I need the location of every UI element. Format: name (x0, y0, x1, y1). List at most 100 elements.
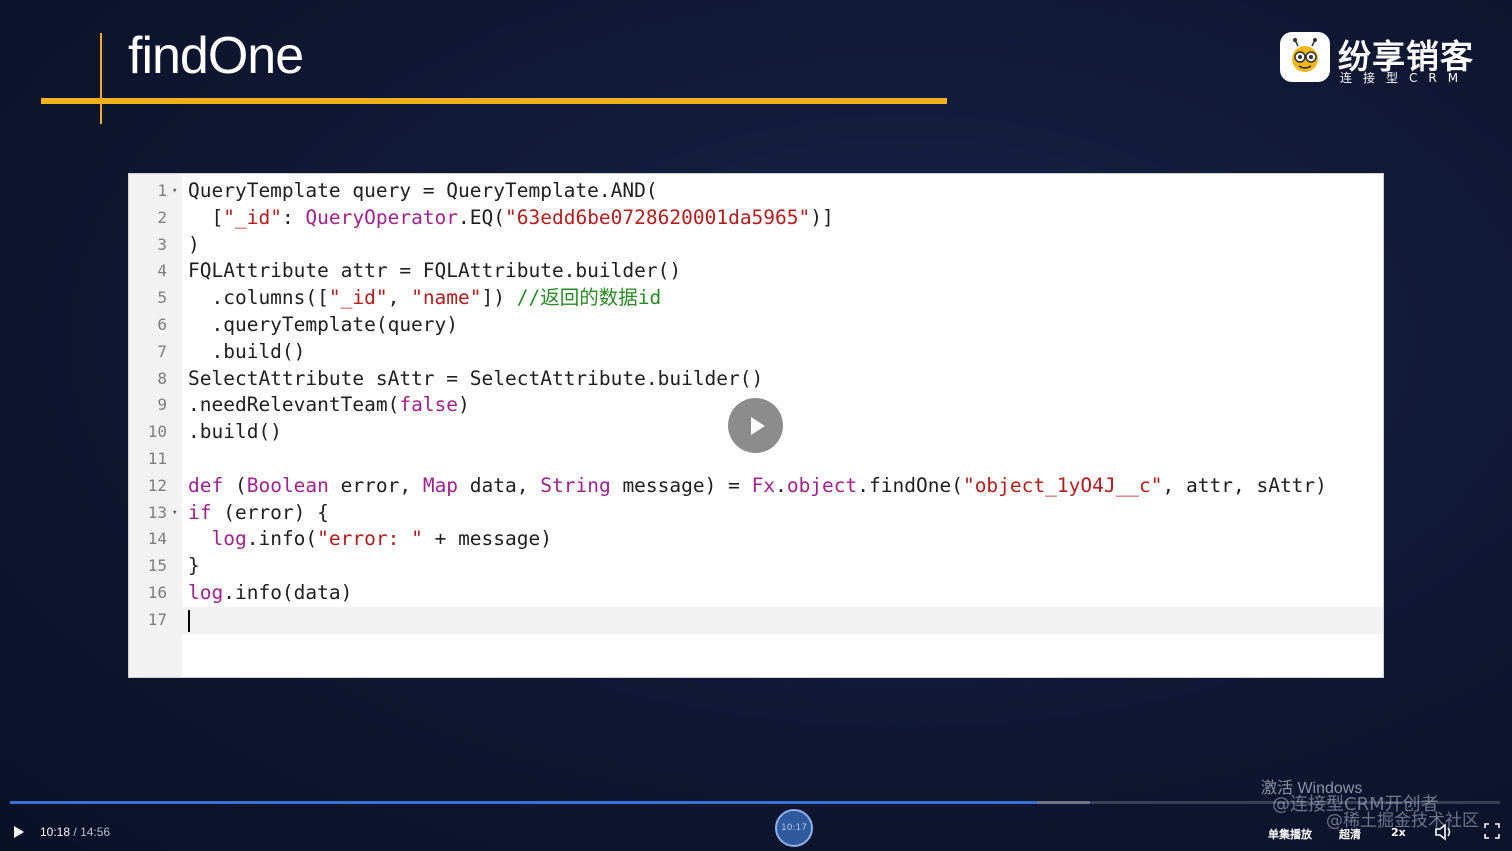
code-token: log (188, 581, 224, 604)
code-token: data, (458, 473, 541, 497)
code-token: .info( (246, 527, 318, 551)
line-number: 6 (157, 315, 167, 334)
line-number: 16 (147, 583, 167, 602)
code-token: [ (188, 205, 224, 229)
code-token: log (211, 527, 247, 551)
code-token: if (188, 500, 212, 524)
code-line[interactable]: 17 (129, 606, 1383, 634)
code-token: false (399, 393, 459, 417)
code-text: ) (188, 232, 200, 259)
code-token: + message) (422, 527, 552, 551)
time-display: 10:18 / 14:56 (40, 825, 110, 839)
code-text: SelectAttribute sAttr = SelectAttribute.… (188, 366, 763, 393)
line-number: 1 (157, 181, 167, 200)
code-token: . (775, 473, 787, 497)
code-line[interactable]: 15} (129, 553, 1383, 580)
code-text: ["_id": QueryOperator.EQ("63edd6be072862… (188, 205, 834, 232)
current-time: 10:18 (40, 825, 71, 839)
code-token: "name" (411, 286, 482, 310)
line-number: 4 (157, 261, 167, 281)
fullscreen-icon[interactable] (1484, 823, 1500, 839)
line-number: 2 (157, 207, 167, 227)
code-line[interactable]: 12 def (Boolean error, Map data, String m… (129, 473, 1383, 500)
code-token: .EQ( (458, 205, 506, 229)
code-text: QueryTemplate query = QueryTemplate.AND( (188, 178, 658, 205)
code-text: log.info("error: " + message) (188, 526, 552, 553)
code-text: } (188, 553, 200, 580)
single-play-button[interactable]: 单集播放 (1268, 826, 1312, 842)
play-overlay-button[interactable] (728, 398, 783, 453)
bee-logo-icon (1280, 32, 1330, 82)
code-token: "_id" (223, 205, 282, 229)
code-token: "error: " (317, 527, 423, 551)
code-line[interactable]: 2 ["_id": QueryOperator.EQ("63edd6be0728… (129, 205, 1383, 232)
progress-played (10, 801, 1037, 804)
line-number: 14 (147, 529, 167, 549)
code-line[interactable]: 7 .build() (129, 339, 1383, 366)
progress-bar[interactable] (10, 801, 1500, 804)
play-icon[interactable] (12, 824, 26, 840)
line-number: 10 (147, 422, 167, 442)
line-number: 11 (147, 449, 167, 468)
code-line[interactable]: 14 log.info("error: " + message) (129, 526, 1383, 553)
code-token: def (188, 473, 224, 497)
time-separator: / (73, 825, 77, 839)
code-token: , (387, 286, 412, 310)
code-text: .build() (188, 419, 282, 446)
seek-thumb[interactable]: 10:17 (775, 809, 813, 847)
speed-button[interactable]: 2x (1391, 826, 1406, 839)
slide-title: findOne (128, 27, 304, 85)
code-token: ( (223, 473, 247, 497)
code-token: FQLAttribute attr = FQLAttribute.builder… (188, 259, 682, 283)
volume-icon[interactable] (1434, 823, 1454, 841)
code-token: ) (458, 393, 470, 417)
title-accent-vertical-line (100, 33, 102, 124)
line-number: 12 (147, 475, 167, 495)
line-number: 3 (157, 234, 167, 254)
line-number: 5 (157, 288, 167, 308)
code-token: } (188, 554, 200, 578)
code-token: .build() (188, 420, 282, 444)
line-number: 17 (147, 609, 167, 629)
line-number: 13 (147, 502, 167, 522)
code-line[interactable]: 6 .queryTemplate(query) (129, 312, 1383, 339)
code-line[interactable]: 3) (129, 232, 1383, 259)
play-icon (750, 416, 765, 435)
code-token: "object_1yO4J__c" (962, 473, 1163, 497)
quality-button[interactable]: 超清 (1339, 826, 1361, 842)
code-token: Boolean (246, 473, 329, 497)
code-token: .build() (188, 339, 306, 363)
code-token: , attr, sAttr) (1162, 473, 1327, 497)
code-token: String (540, 473, 611, 497)
code-token: error, (328, 473, 423, 497)
code-line[interactable]: 1 ▾ QueryTemplate query = QueryTemplate.AN… (129, 178, 1383, 205)
code-token: .needRelevantTeam( (188, 393, 400, 417)
code-token: .findOne( (857, 473, 963, 497)
code-token: //返回的数据id (516, 286, 662, 310)
code-token: .info(data) (223, 581, 353, 604)
title-accent-horizontal-line (41, 98, 947, 104)
code-token: )] (810, 205, 834, 229)
code-token: "_id" (328, 286, 388, 310)
code-token: Map (422, 473, 459, 497)
code-line[interactable]: 16 log.info(data) (129, 580, 1383, 607)
code-line[interactable]: 5 .columns(["_id", "name"]) //返回的数据id (129, 285, 1383, 312)
code-line[interactable]: 4 FQLAttribute attr = FQLAttribute.builde… (129, 258, 1383, 285)
code-token: ) (188, 232, 200, 256)
code-line[interactable]: 13 ▾ if (error) { (129, 500, 1383, 527)
code-token: "63edd6be0728620001da5965" (505, 205, 811, 229)
duration-time: 14:56 (80, 825, 111, 839)
fold-toggle-icon[interactable]: ▾ (172, 178, 177, 205)
code-line[interactable]: 8 SelectAttribute sAttr = SelectAttribute… (129, 366, 1383, 393)
code-token: message) = (610, 473, 752, 497)
code-text: .needRelevantTeam(false) (188, 392, 470, 419)
code-token: Fx (751, 473, 776, 497)
code-token: ]) (481, 286, 517, 310)
fold-toggle-icon[interactable]: ▾ (172, 500, 177, 527)
code-token: : (281, 205, 306, 229)
line-number: 8 (157, 368, 167, 388)
text-cursor (188, 609, 190, 632)
code-token: (error) { (211, 500, 329, 524)
code-token: QueryTemplate query = QueryTemplate.AND( (188, 179, 658, 202)
